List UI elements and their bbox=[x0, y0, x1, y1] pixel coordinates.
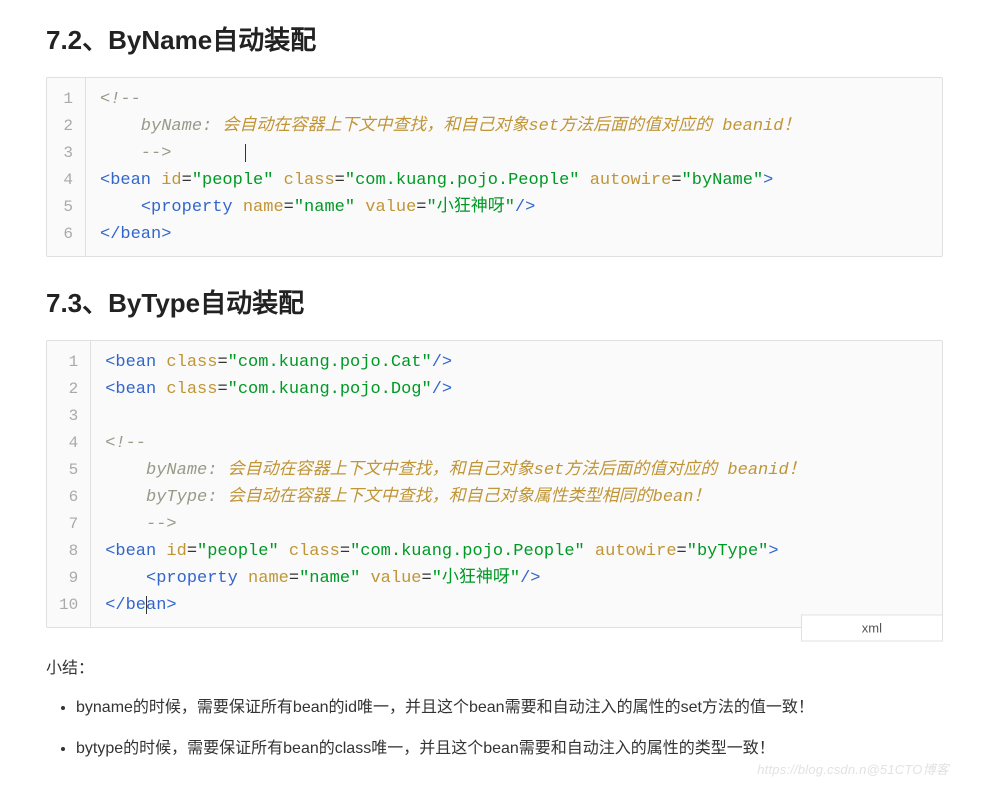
code-line: <!-- bbox=[105, 430, 928, 457]
summary-list: byname的时候，需要保证所有bean的id唯一，并且这个bean需要和自动注… bbox=[46, 694, 943, 762]
line-number: 1 bbox=[47, 349, 90, 376]
code-line: <bean class="com.kuang.pojo.Cat"/> bbox=[105, 349, 928, 376]
line-number: 3 bbox=[47, 403, 90, 430]
line-number: 6 bbox=[47, 484, 90, 511]
line-number: 10 bbox=[47, 592, 90, 619]
line-number: 8 bbox=[47, 538, 90, 565]
watermark: https://blog.csdn.n@51CTO博客 bbox=[757, 759, 949, 778]
code-line: --> bbox=[100, 140, 928, 167]
code-line bbox=[105, 403, 928, 430]
code-content[interactable]: <!-- byName: 会自动在容器上下文中查找，和自己对象set方法后面的值… bbox=[86, 78, 942, 256]
code-line: </bean> bbox=[100, 221, 928, 248]
line-number: 5 bbox=[47, 194, 85, 221]
line-number: 4 bbox=[47, 167, 85, 194]
code-block-2[interactable]: 1 2 3 4 5 6 7 8 9 10 <bean class="com.ku… bbox=[46, 340, 943, 628]
code-line: <!-- bbox=[100, 86, 928, 113]
code-line: <bean class="com.kuang.pojo.Dog"/> bbox=[105, 376, 928, 403]
code-line: byType: 会自动在容器上下文中查找，和自己对象属性类型相同的bean！ bbox=[105, 484, 928, 511]
code-line: <property name="name" value="小狂神呀"/> bbox=[105, 565, 928, 592]
line-number: 7 bbox=[47, 511, 90, 538]
list-item: byname的时候，需要保证所有bean的id唯一，并且这个bean需要和自动注… bbox=[76, 694, 943, 721]
line-number: 6 bbox=[47, 221, 85, 248]
code-block-1[interactable]: 1 2 3 4 5 6 <!-- byName: 会自动在容器上下文中查找，和自… bbox=[46, 77, 943, 257]
section-heading-72: 7.2、ByName自动装配 bbox=[46, 20, 943, 57]
line-number: 2 bbox=[47, 113, 85, 140]
code-line: <property name="name" value="小狂神呀"/> bbox=[100, 194, 928, 221]
line-number: 5 bbox=[47, 457, 90, 484]
line-number: 3 bbox=[47, 140, 85, 167]
line-number: 4 bbox=[47, 430, 90, 457]
line-number: 2 bbox=[47, 376, 90, 403]
code-content[interactable]: <bean class="com.kuang.pojo.Cat"/> <bean… bbox=[91, 341, 942, 627]
list-item: bytype的时候，需要保证所有bean的class唯一，并且这个bean需要和… bbox=[76, 735, 943, 762]
code-line: <bean id="people" class="com.kuang.pojo.… bbox=[105, 538, 928, 565]
line-number: 9 bbox=[47, 565, 90, 592]
text-caret bbox=[245, 144, 246, 162]
section-heading-73: 7.3、ByType自动装配 bbox=[46, 283, 943, 320]
code-line: --> bbox=[105, 511, 928, 538]
language-badge: xml bbox=[801, 615, 943, 642]
text-caret bbox=[146, 596, 147, 614]
code-line: byName: 会自动在容器上下文中查找，和自己对象set方法后面的值对应的 b… bbox=[105, 457, 928, 484]
line-numbers-gutter: 1 2 3 4 5 6 7 8 9 10 bbox=[47, 341, 91, 627]
summary-label: 小结： bbox=[46, 654, 943, 678]
code-line: byName: 会自动在容器上下文中查找，和自己对象set方法后面的值对应的 b… bbox=[100, 113, 928, 140]
line-number: 1 bbox=[47, 86, 85, 113]
code-line: <bean id="people" class="com.kuang.pojo.… bbox=[100, 167, 928, 194]
line-numbers-gutter: 1 2 3 4 5 6 bbox=[47, 78, 86, 256]
